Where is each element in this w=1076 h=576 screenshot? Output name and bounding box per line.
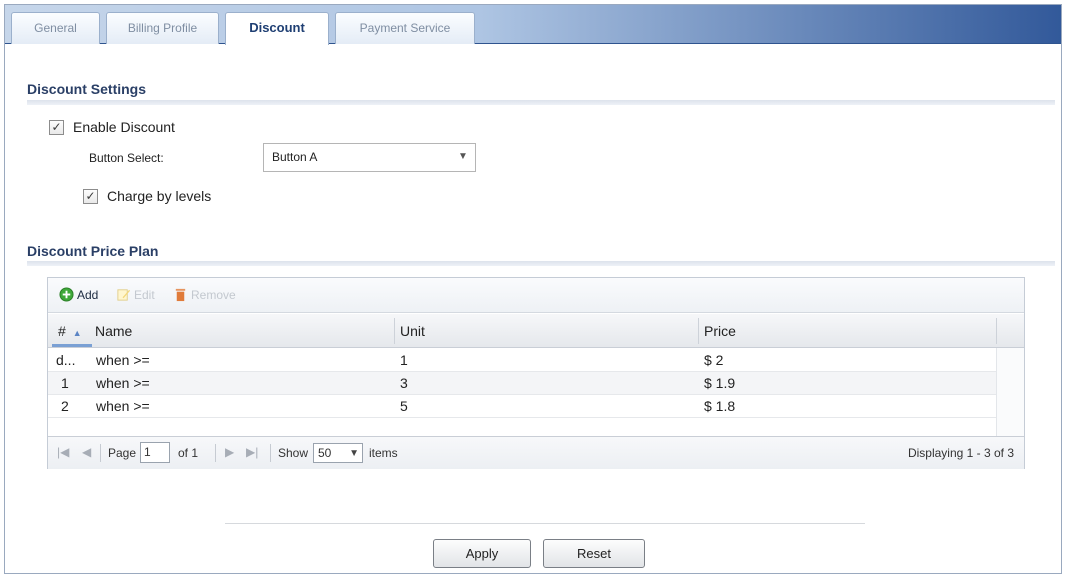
- enable-discount-label: Enable Discount: [73, 119, 175, 135]
- page-size-value: 50: [318, 446, 332, 460]
- next-page-icon[interactable]: ▶: [225, 445, 234, 459]
- apply-button[interactable]: Apply: [433, 539, 531, 568]
- row-unit: 1: [400, 352, 408, 368]
- trash-icon: [175, 288, 186, 302]
- discount-settings-title: Discount Settings: [27, 81, 147, 97]
- tab-payment-service[interactable]: Payment Service: [335, 12, 475, 44]
- charge-by-levels-label: Charge by levels: [107, 188, 212, 204]
- chevron-down-icon: ▼: [458, 151, 468, 162]
- row-unit: 5: [400, 398, 408, 414]
- items-label: items: [369, 446, 398, 460]
- page-of-label: of 1: [178, 446, 199, 460]
- show-label: Show: [278, 446, 309, 460]
- table-header: # ▲ Name Unit Price: [48, 314, 1024, 348]
- page-size-select[interactable]: 50 ▼: [313, 443, 363, 463]
- remove-label: Remove: [191, 288, 236, 302]
- pager-divider: [270, 444, 271, 462]
- section-divider: [27, 100, 1055, 105]
- tab-bar: General Billing Profile Discount Payment…: [5, 5, 1061, 45]
- row-name: when >=: [96, 398, 150, 414]
- last-page-icon[interactable]: ▶|: [246, 445, 258, 459]
- button-select-label: Button Select:: [89, 151, 164, 165]
- column-header-price[interactable]: Price: [704, 314, 736, 348]
- add-icon: [59, 287, 74, 302]
- add-label: Add: [77, 288, 99, 302]
- edit-button[interactable]: Edit: [116, 287, 155, 302]
- table-scroll-area: [996, 348, 1024, 436]
- tab-general[interactable]: General: [11, 12, 100, 44]
- previous-page-icon[interactable]: ◀: [82, 445, 91, 459]
- enable-discount-checkbox[interactable]: ✓: [49, 120, 64, 135]
- column-header-unit[interactable]: Unit: [400, 314, 425, 348]
- column-divider: [996, 318, 997, 344]
- row-price: $ 1.8: [704, 398, 736, 414]
- column-header-name[interactable]: Name: [95, 314, 132, 348]
- edit-icon: [117, 289, 131, 301]
- first-page-icon[interactable]: |◀: [57, 445, 69, 459]
- sort-ascending-icon: ▲: [72, 328, 82, 338]
- table-row[interactable]: d... when >= 1 $ 2: [48, 349, 998, 372]
- sort-indicator: [52, 344, 92, 347]
- charge-by-levels-checkbox[interactable]: ✓: [83, 189, 98, 204]
- page-label: Page: [108, 446, 137, 460]
- row-name: when >=: [96, 352, 150, 368]
- table-row[interactable]: 2 when >= 5 $ 1.8: [48, 395, 998, 418]
- button-select-dropdown[interactable]: Button A ▼: [263, 143, 476, 172]
- row-price: $ 2: [704, 352, 724, 368]
- section-divider: [27, 261, 1055, 266]
- table-toolbar: Add Edit Remove: [48, 278, 1024, 313]
- chevron-down-icon: ▼: [349, 448, 359, 459]
- pager-divider: [100, 444, 101, 462]
- remove-button[interactable]: Remove: [173, 287, 236, 302]
- row-number: 2: [61, 398, 69, 414]
- column-divider: [698, 318, 699, 344]
- row-name: when >=: [96, 375, 150, 391]
- tab-billing-profile[interactable]: Billing Profile: [106, 12, 219, 44]
- column-header-number[interactable]: # ▲: [58, 314, 82, 348]
- settings-window: General Billing Profile Discount Payment…: [4, 4, 1062, 574]
- row-price: $ 1.9: [704, 375, 736, 391]
- reset-button[interactable]: Reset: [543, 539, 645, 568]
- button-select-value: Button A: [272, 150, 318, 164]
- pager-divider: [215, 444, 216, 462]
- displaying-count: Displaying 1 - 3 of 3: [907, 446, 1014, 460]
- column-divider: [394, 318, 395, 344]
- add-button[interactable]: Add: [59, 287, 98, 302]
- row-number: d...: [56, 352, 76, 368]
- discount-price-plan-title: Discount Price Plan: [27, 243, 159, 259]
- edit-label: Edit: [134, 288, 155, 302]
- page-number-input[interactable]: 1: [140, 442, 170, 463]
- table-row[interactable]: 1 when >= 3 $ 1.9: [48, 372, 998, 395]
- table-pager: |◀ ◀ Page 1 of 1 ▶ ▶| Show 50 ▼ items Di…: [48, 436, 1024, 469]
- row-unit: 3: [400, 375, 408, 391]
- row-number: 1: [61, 375, 69, 391]
- footer-divider: [225, 523, 865, 524]
- price-plan-table: Add Edit Remove # ▲ Name Unit Price d...…: [47, 277, 1025, 469]
- tab-discount[interactable]: Discount: [225, 12, 329, 45]
